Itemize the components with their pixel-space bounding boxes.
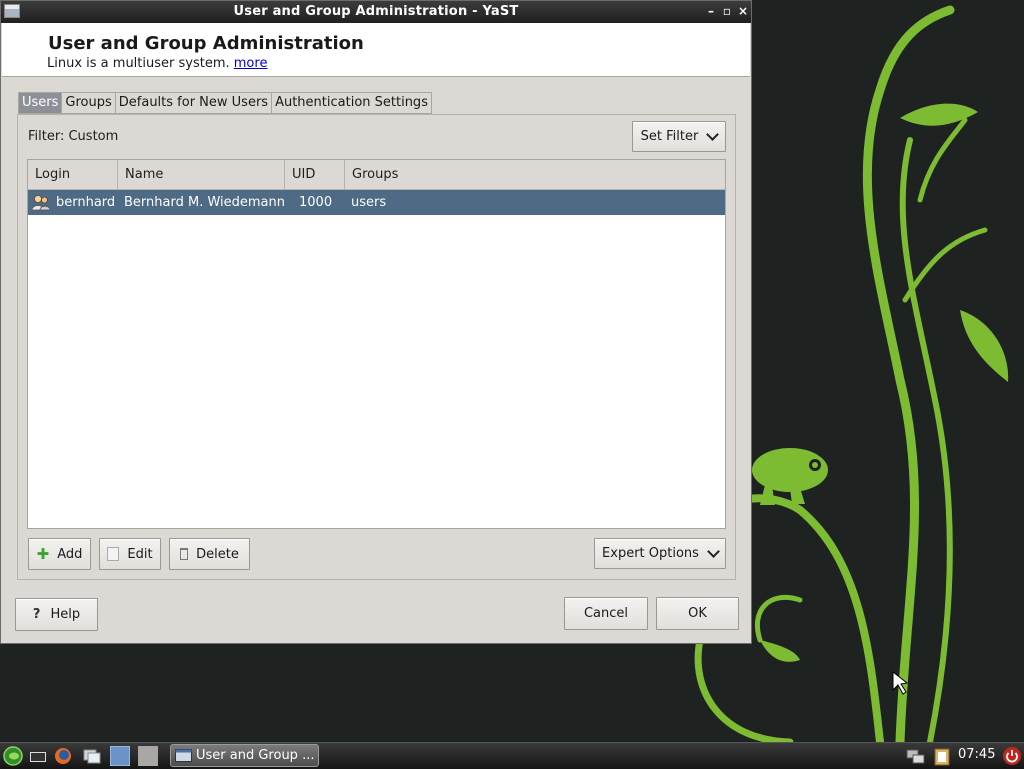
- ok-button[interactable]: OK: [656, 597, 739, 630]
- tab-defaults-for-new-users[interactable]: Defaults for New Users: [114, 92, 272, 114]
- delete-button[interactable]: Delete: [169, 538, 250, 570]
- edit-label: Edit: [127, 546, 153, 562]
- firefox-icon[interactable]: [53, 746, 73, 766]
- edit-document-icon: [107, 547, 120, 561]
- trash-icon: [180, 548, 189, 560]
- table-header: Login Name UID Groups: [28, 160, 725, 190]
- file-manager-icon[interactable]: [82, 746, 102, 766]
- taskbar-window-label: User and Group ...: [196, 748, 315, 763]
- header-subtitle: Linux is a multiuser system. more: [47, 56, 267, 71]
- column-header-login[interactable]: Login: [28, 160, 118, 189]
- expert-options-button[interactable]: Expert Options: [594, 538, 726, 569]
- column-header-uid[interactable]: UID: [285, 160, 345, 189]
- plus-icon: ✚: [36, 545, 50, 563]
- power-icon[interactable]: [1002, 746, 1022, 766]
- window-icon: [175, 749, 192, 762]
- users-table: Login Name UID Groups bernhard Bernhard …: [27, 159, 726, 529]
- network-icon[interactable]: [906, 746, 926, 766]
- cell-groups: users: [351, 195, 387, 210]
- minimize-icon[interactable]: –: [704, 4, 718, 18]
- column-header-name[interactable]: Name: [118, 160, 285, 189]
- cancel-label: Cancel: [583, 606, 629, 621]
- subtitle-text: Linux is a multiuser system.: [47, 56, 230, 71]
- terminal-icon[interactable]: [28, 746, 48, 766]
- tab-users[interactable]: Users: [18, 92, 62, 114]
- edit-button[interactable]: Edit: [99, 538, 161, 570]
- cell-login: bernhard: [56, 195, 116, 210]
- expert-options-label: Expert Options: [602, 546, 699, 561]
- delete-label: Delete: [196, 546, 239, 562]
- taskbar: User and Group ... 07:45: [0, 742, 1024, 769]
- dialog-header: User and Group Administration Linux is a…: [2, 23, 750, 77]
- set-filter-label: Set Filter: [640, 129, 699, 144]
- workspace-2-icon[interactable]: [138, 746, 158, 766]
- clock: 07:45: [958, 747, 996, 762]
- chevron-down-icon: [707, 545, 720, 558]
- page-title: User and Group Administration: [48, 33, 364, 54]
- tab-groups[interactable]: Groups: [61, 92, 115, 114]
- window-title: User and Group Administration - YaST: [233, 4, 519, 19]
- set-filter-button[interactable]: Set Filter: [632, 121, 726, 152]
- cell-name: Bernhard M. Wiedemann: [124, 195, 285, 210]
- column-header-groups[interactable]: Groups: [345, 160, 725, 189]
- more-link[interactable]: more: [234, 56, 268, 71]
- table-row[interactable]: bernhard Bernhard M. Wiedemann 1000 user…: [28, 190, 725, 215]
- title-bar[interactable]: User and Group Administration - YaST – ▫…: [1, 1, 751, 23]
- taskbar-window-button[interactable]: User and Group ...: [170, 744, 319, 767]
- tab-bar: Users Groups Defaults for New Users Auth…: [18, 92, 432, 114]
- cancel-button[interactable]: Cancel: [564, 597, 648, 630]
- clipboard-icon[interactable]: [932, 746, 952, 766]
- add-label: Add: [57, 546, 83, 562]
- help-icon: ?: [32, 607, 41, 622]
- start-menu-icon[interactable]: [3, 746, 23, 766]
- help-label: Help: [50, 607, 81, 622]
- tab-authentication-settings[interactable]: Authentication Settings: [271, 92, 432, 114]
- workspace-1-icon[interactable]: [110, 746, 130, 766]
- chevron-down-icon: [706, 128, 720, 141]
- ok-label: OK: [688, 606, 707, 621]
- filter-label: Filter: Custom: [28, 129, 119, 144]
- help-button[interactable]: ? Help: [15, 598, 98, 631]
- user-icon: [31, 195, 51, 211]
- add-button[interactable]: ✚ Add: [28, 538, 91, 570]
- close-icon[interactable]: ×: [736, 4, 750, 18]
- cell-uid: 1000: [299, 195, 333, 210]
- maximize-icon[interactable]: ▫: [720, 4, 734, 18]
